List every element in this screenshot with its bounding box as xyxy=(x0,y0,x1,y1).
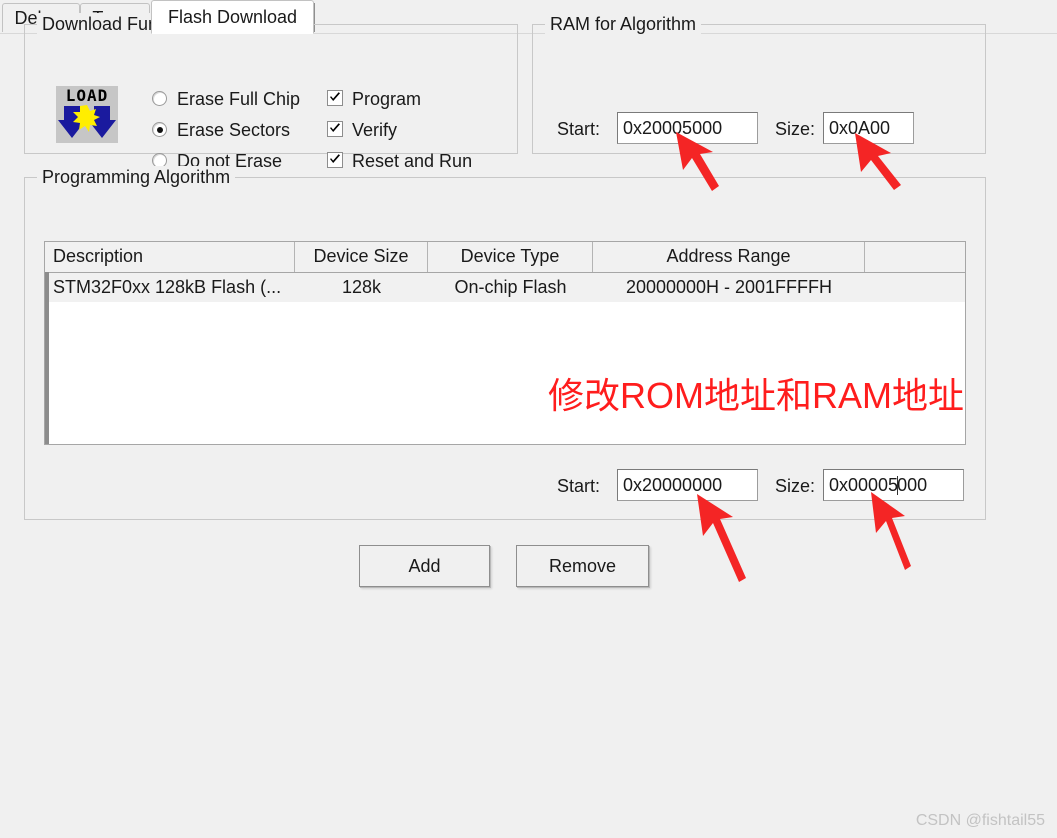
table-left-edge xyxy=(45,272,49,444)
load-flash-icon: LOAD xyxy=(56,86,118,143)
checkbox-verify-label: Verify xyxy=(352,120,398,140)
column-header-device-size[interactable]: Device Size xyxy=(295,242,428,272)
checkbox-reset-and-run-label: Reset and Run xyxy=(352,151,473,171)
load-icon-label: LOAD xyxy=(65,86,109,105)
table-row[interactable]: STM32F0xx 128kB Flash (... 128k On-chip … xyxy=(45,273,965,302)
csdn-watermark: CSDN @fishtail55 xyxy=(915,812,1045,829)
tab-flash-download[interactable]: Flash Download xyxy=(151,0,314,34)
radio-erase-sectors-indicator[interactable] xyxy=(152,122,167,137)
radio-erase-full-chip-label: Erase Full Chip xyxy=(177,89,301,109)
column-header-address-range[interactable]: Address Range xyxy=(593,242,865,272)
checkbox-reset-and-run-indicator[interactable] xyxy=(327,152,343,168)
checkbox-program-label: Program xyxy=(352,89,422,109)
cell-description: STM32F0xx 128kB Flash (... xyxy=(53,277,282,297)
cell-blank xyxy=(865,273,965,302)
table-header-row: Description Device Size Device Type Addr… xyxy=(45,242,965,273)
ram-start-label: Start: xyxy=(557,119,601,139)
ram-size-label: Size: xyxy=(775,119,816,139)
ram-size-input[interactable]: 0x0A00 xyxy=(823,112,914,144)
ram-for-algorithm-title: RAM for Algorithm xyxy=(545,13,702,35)
add-button[interactable]: Add xyxy=(359,545,490,587)
load-icon-graphic xyxy=(58,105,116,138)
rom-size-label: Size: xyxy=(775,476,816,496)
ram-for-algorithm-group: RAM for Algorithm xyxy=(532,13,986,154)
rom-size-input[interactable]: 0x00005000 xyxy=(823,469,964,501)
ram-start-input[interactable]: 0x20005000 xyxy=(617,112,758,144)
annotation-text: 修改ROM地址和RAM地址 xyxy=(548,375,964,416)
cell-device-size: 128k xyxy=(341,277,382,297)
radio-erase-sectors-label: Erase Sectors xyxy=(177,120,291,140)
rom-start-label: Start: xyxy=(557,476,601,496)
rom-size-value-before-caret: 0x00005 xyxy=(829,475,899,495)
checkbox-program-indicator[interactable] xyxy=(327,90,343,106)
column-header-description[interactable]: Description xyxy=(45,242,295,272)
column-header-device-type[interactable]: Device Type xyxy=(428,242,593,272)
programming-algorithm-title: Programming Algorithm xyxy=(37,166,236,188)
cell-device-type: On-chip Flash xyxy=(454,277,567,297)
radio-erase-full-chip-indicator[interactable] xyxy=(152,91,167,106)
rom-size-value-after-caret: 000 xyxy=(897,475,928,495)
flash-download-dialog: Debug Trace Flash Download Download Func… xyxy=(0,0,1057,838)
rom-start-input[interactable]: 0x20000000 xyxy=(617,469,758,501)
cell-address-range: 20000000H - 2001FFFFH xyxy=(625,277,833,297)
checkbox-verify-indicator[interactable] xyxy=(327,121,343,137)
remove-button[interactable]: Remove xyxy=(516,545,649,587)
column-header-blank[interactable] xyxy=(865,242,965,272)
